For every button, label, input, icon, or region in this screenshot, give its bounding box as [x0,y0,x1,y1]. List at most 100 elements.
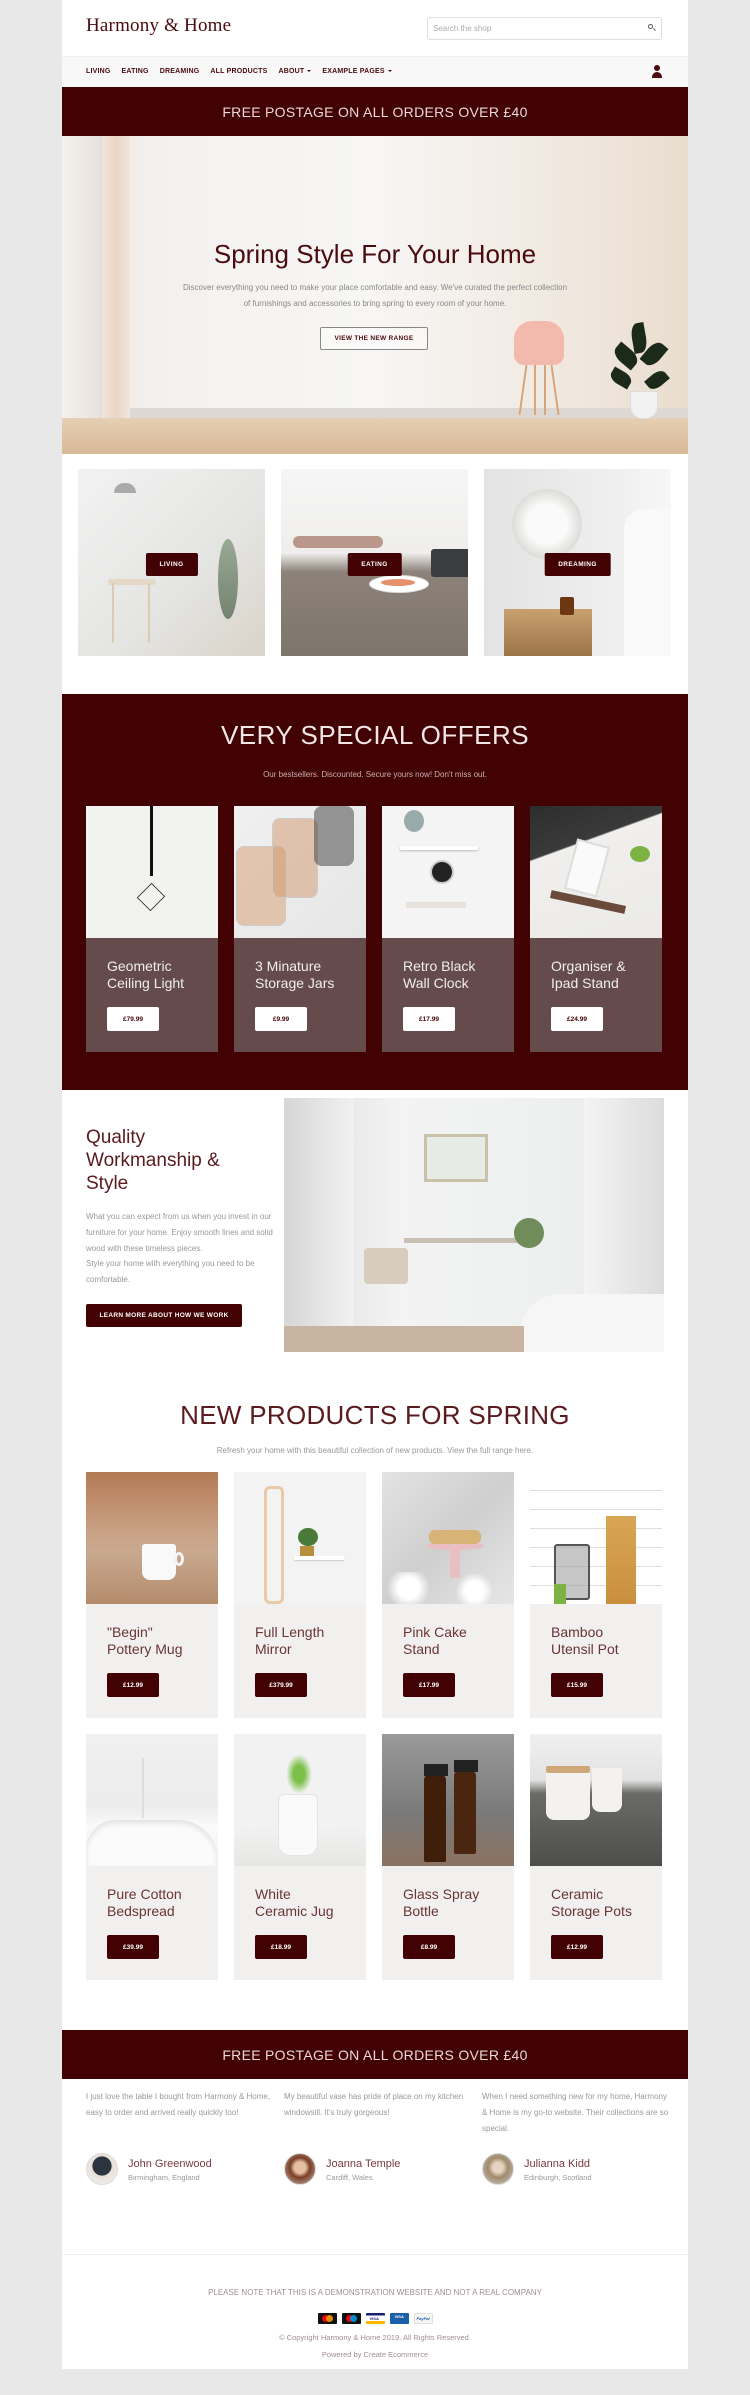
powered-by-link[interactable]: Powered by Create Ecommerce [62,2350,688,2359]
logo[interactable]: Harmony & Home [86,15,231,37]
product-card[interactable]: "Begin" Pottery Mug £12.99 [86,1472,218,1718]
nav-item-about[interactable]: ABOUT [279,68,312,75]
visa-label: VISA [369,2316,379,2321]
offers-title: VERY SPECIAL OFFERS [220,720,530,750]
quality-section: Quality Workmanship & Style What you can… [62,1090,688,1400]
quality-title: Quality Workmanship & Style [86,1127,220,1194]
testimonial-location: Birmingham, England [128,2173,200,2182]
product-card[interactable]: White Ceramic Jug £18.99 [234,1734,366,1980]
offer-price-button[interactable]: £24.99 [551,1007,603,1031]
paypal-icon: PayPal [413,2313,433,2324]
category-label[interactable]: DREAMING [544,553,611,576]
spray-bottle-image [382,1734,514,1866]
product-price-button[interactable]: £39.99 [107,1935,159,1959]
testimonial-quote: When I need something new for my home, H… [482,2092,669,2133]
utensil-pot-image [530,1472,662,1604]
geometric-light-image [86,806,218,938]
testimonial-name: John Greenwood [128,2158,212,2170]
page: Harmony & Home Search the shop LIVING EA… [62,0,688,2369]
caret-down-icon [387,70,392,73]
copyright: © Copyright Harmony & Home 2019. All Rig… [279,2333,471,2342]
banner-text: FREE POSTAGE ON ALL ORDERS OVER £40 [222,2046,528,2063]
product-card[interactable]: Glass Spray Bottle £8.99 [382,1734,514,1980]
ceramic-jug-image [234,1734,366,1866]
product-card[interactable]: Pure Cotton Bedspread £39.99 [86,1734,218,1980]
category-tile-eating[interactable]: EATING [281,469,468,656]
testimonial-location: Cardiff, Wales [326,2173,373,2182]
nav-item-all-products[interactable]: ALL PRODUCTS [210,68,267,75]
hero-plant-image [607,322,680,419]
hero-title: Spring Style For Your Home [213,239,537,269]
offer-card[interactable]: Retro Black Wall Clock £17.99 [382,806,514,1052]
avatar [86,2153,118,2185]
avatar [482,2153,514,2185]
nav-label: ABOUT [278,68,305,75]
category-tile-living[interactable]: LIVING [78,469,265,656]
mastercard-icon [317,2313,337,2324]
product-price-button[interactable]: £12.99 [107,1673,159,1697]
testimonial-location: Edinburgh, Scotland [524,2173,592,2182]
search-input[interactable]: Search the shop [427,17,662,40]
new-products-section: NEW PRODUCTS FOR SPRING Refresh your hom… [62,1400,688,2030]
maestro-icon [341,2313,361,2324]
nav-item-living[interactable]: LIVING [86,68,111,75]
offer-price-button[interactable]: £79.99 [107,1007,159,1031]
product-price-button[interactable]: £12.99 [551,1935,603,1959]
offer-name: Organiser & Ipad Stand [551,958,626,991]
product-card[interactable]: Bamboo Utensil Pot £15.99 [530,1472,662,1718]
testimonial: When I need something new for my home, H… [482,2089,672,2187]
ipad-stand-image [530,806,662,938]
hero-skirting [130,408,688,418]
offer-price-button[interactable]: £17.99 [403,1007,455,1031]
nav-label: EATING [121,68,149,75]
nav-item-example-pages[interactable]: EXAMPLE PAGES [322,68,392,75]
view-new-range-button[interactable]: VIEW THE NEW RANGE [320,327,428,350]
product-price-button[interactable]: £379.99 [255,1673,307,1697]
product-name: White Ceramic Jug [255,1886,334,1919]
payment-icons: VISA VISA PayPal [62,2313,688,2324]
main-nav: LIVING EATING DREAMING ALL PRODUCTS ABOU… [62,56,688,87]
offer-name: Retro Black Wall Clock [403,958,476,991]
footer: PLEASE NOTE THAT THIS IS A DEMONSTRATION… [62,2255,688,2395]
search-icon[interactable] [648,24,653,29]
product-price-button[interactable]: £17.99 [403,1673,455,1697]
category-tile-dreaming[interactable]: DREAMING [484,469,671,656]
product-price-button[interactable]: £15.99 [551,1673,603,1697]
category-label[interactable]: LIVING [145,553,198,576]
visa-icon: VISA [365,2313,385,2324]
category-label[interactable]: EATING [347,553,402,576]
product-name: Glass Spray Bottle [403,1886,480,1919]
banner-text: FREE POSTAGE ON ALL ORDERS OVER £40 [222,103,528,120]
free-postage-banner: FREE POSTAGE ON ALL ORDERS OVER £40 [62,87,688,136]
offer-card[interactable]: Organiser & Ipad Stand £24.99 [530,806,662,1052]
avatar [284,2153,316,2185]
product-card[interactable]: Pink Cake Stand £17.99 [382,1472,514,1718]
user-icon[interactable] [652,65,662,78]
product-name: Ceramic Storage Pots [551,1886,632,1919]
bedspread-image [86,1734,218,1866]
offer-card[interactable]: 3 Minature Storage Jars £9.99 [234,806,366,1052]
learn-more-button[interactable]: LEARN MORE ABOUT HOW WE WORK [86,1304,242,1327]
offer-name: 3 Minature Storage Jars [255,958,335,991]
product-price-button[interactable]: £8.99 [403,1935,455,1959]
testimonial-quote: My beautiful vase has pride of place on … [284,2092,464,2117]
nav-item-dreaming[interactable]: DREAMING [160,68,200,75]
testimonial-quote: I just love the table I bought from Harm… [86,2092,271,2117]
visa-electron-label: VISA [394,2314,404,2319]
hero: Spring Style For Your Home Discover ever… [62,136,688,454]
product-name: Pink Cake Stand [403,1624,467,1657]
nav-item-eating[interactable]: EATING [122,68,149,75]
product-name: "Begin" Pottery Mug [107,1624,183,1657]
caret-down-icon [307,70,312,73]
testimonial: I just love the table I bought from Harm… [86,2089,276,2187]
hero-text: Discover everything you need to make you… [182,283,568,308]
product-card[interactable]: Full Length Mirror £379.99 [234,1472,366,1718]
hero-floor [62,418,688,454]
offer-card[interactable]: Geometric Ceiling Light £79.99 [86,806,218,1052]
product-card[interactable]: Ceramic Storage Pots £12.99 [530,1734,662,1980]
offer-price-button[interactable]: £9.99 [255,1007,307,1031]
product-price-button[interactable]: £18.99 [255,1935,307,1959]
free-postage-banner-bottom: FREE POSTAGE ON ALL ORDERS OVER £40 [62,2030,688,2079]
demo-notice: PLEASE NOTE THAT THIS IS A DEMONSTRATION… [208,2288,542,2297]
special-offers-section: VERY SPECIAL OFFERS Our bestsellers. Dis… [62,694,688,1090]
